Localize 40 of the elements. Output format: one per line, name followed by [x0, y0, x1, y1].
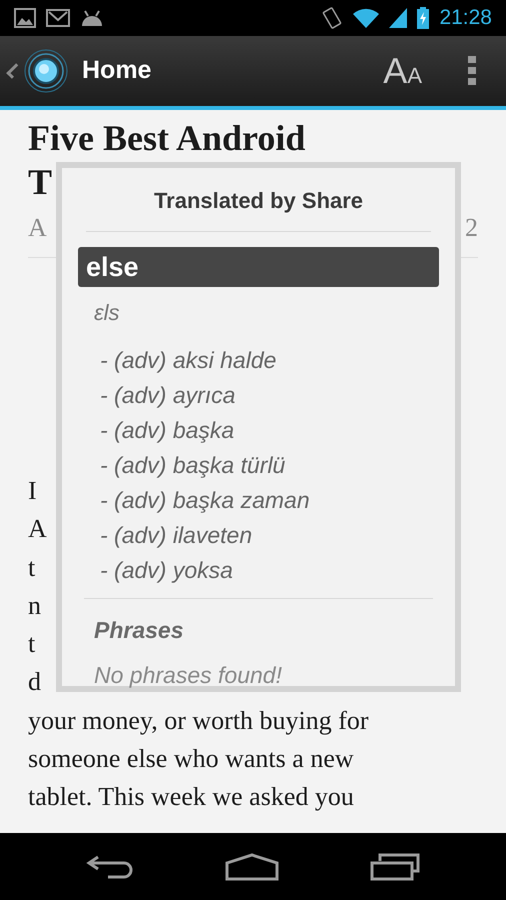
- article-text: d: [28, 666, 41, 698]
- meaning-text: - (adv) yoksa: [100, 556, 233, 585]
- article-text: I: [28, 475, 37, 507]
- phrases-heading: Phrases: [94, 616, 185, 645]
- meaning-text: - (adv) başka: [100, 416, 234, 445]
- app-logo-icon: [24, 49, 68, 93]
- clock: 21:28: [439, 5, 492, 32]
- article-text: tablet. This week we asked you: [28, 781, 354, 814]
- meaning-text: - (adv) başka zaman: [100, 486, 310, 515]
- wifi-icon: [353, 8, 380, 28]
- back-icon[interactable]: [86, 854, 134, 880]
- picture-icon: [14, 8, 36, 28]
- empty-message: No phrases found!: [94, 660, 283, 690]
- article-byline: A: [28, 212, 47, 244]
- dialog-title: Translated by Share: [86, 168, 431, 232]
- article-title: Five Best Android: [28, 117, 306, 160]
- phonetic-text: ɛls: [94, 299, 121, 327]
- rotation-icon: [321, 6, 344, 30]
- meaning-text: - (adv) ilaveten: [100, 521, 252, 550]
- article-date: 2: [465, 212, 478, 244]
- meaning-text: - (adv) aksi halde: [100, 346, 276, 375]
- meaning-text: - (adv) başka türlü: [100, 451, 286, 480]
- article-text: someone else who wants a new: [28, 743, 354, 776]
- battery-icon: [417, 7, 430, 29]
- mail-icon: [46, 9, 70, 27]
- home-icon[interactable]: [224, 852, 279, 880]
- meaning-text: - (adv) ayrıca: [100, 381, 236, 410]
- article-text: your money, or worth buying for: [28, 704, 369, 737]
- article-text: n: [28, 590, 41, 622]
- article-title: T: [28, 161, 52, 204]
- article-text: A: [28, 513, 47, 546]
- article-text: t: [28, 628, 36, 660]
- headword: else: [78, 247, 439, 287]
- overflow-menu-icon[interactable]: [468, 56, 476, 86]
- signal-icon: [389, 8, 408, 28]
- recent-apps-icon[interactable]: [370, 852, 420, 880]
- article-text: t: [28, 552, 36, 584]
- home-button[interactable]: Home: [6, 49, 152, 93]
- android-icon: [80, 10, 104, 26]
- font-size-button[interactable]: AA: [383, 44, 422, 98]
